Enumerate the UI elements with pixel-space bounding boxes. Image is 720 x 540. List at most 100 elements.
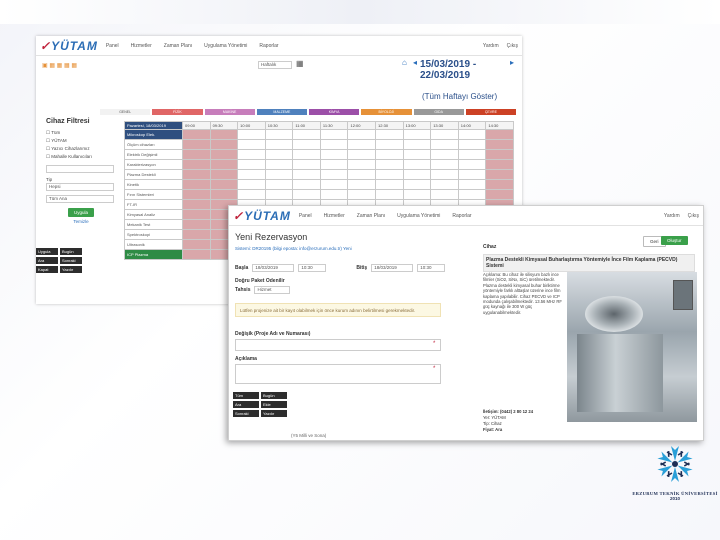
notes-textarea[interactable] — [235, 364, 441, 384]
time-slot-cell[interactable] — [182, 229, 211, 240]
start-time-input[interactable]: 10:30 — [298, 264, 327, 272]
device-name-cell[interactable]: ICP Plazma — [124, 249, 183, 260]
calendar-icon[interactable]: ▦ — [296, 59, 304, 68]
time-slot-cell[interactable] — [457, 129, 487, 140]
time-slot-cell[interactable] — [485, 179, 514, 190]
time-slot-cell[interactable] — [319, 129, 349, 140]
time-slot-cell[interactable] — [264, 179, 294, 190]
time-slot-cell[interactable] — [237, 149, 266, 160]
time-slot-cell[interactable] — [485, 189, 514, 200]
project-input[interactable] — [235, 339, 441, 351]
time-slot-cell[interactable] — [457, 149, 487, 160]
end-time-input[interactable]: 10:30 — [417, 264, 446, 272]
time-slot-cell[interactable] — [264, 169, 294, 180]
time-slot-cell[interactable] — [485, 139, 514, 150]
time-slot-cell[interactable] — [182, 249, 211, 260]
nav-item[interactable]: Raporlar — [259, 43, 278, 49]
action-button[interactable]: Bugün — [261, 392, 287, 399]
save-button[interactable]: Oluştur — [661, 236, 688, 245]
time-slot-cell[interactable] — [209, 189, 239, 200]
category-tab[interactable]: FİZİK — [152, 109, 203, 115]
time-slot-cell[interactable] — [182, 149, 211, 160]
action-button[interactable]: Sonraki — [60, 257, 82, 264]
time-slot-cell[interactable] — [264, 139, 294, 150]
view-select[interactable]: Haftalık — [258, 61, 292, 69]
time-slot-cell[interactable] — [319, 149, 349, 160]
time-slot-cell[interactable] — [402, 129, 432, 140]
time-slot-cell[interactable] — [375, 179, 404, 190]
time-slot-cell[interactable] — [319, 189, 349, 200]
time-slot-cell[interactable] — [457, 189, 487, 200]
time-slot-cell[interactable] — [485, 159, 514, 170]
help-link[interactable]: Yardım — [664, 213, 680, 219]
action-button[interactable]: Yazdır — [261, 410, 287, 417]
nav-item[interactable]: Hizmetler — [324, 213, 345, 219]
time-slot-cell[interactable] — [237, 129, 266, 140]
time-slot-cell[interactable] — [237, 189, 266, 200]
time-slot-cell[interactable] — [292, 129, 321, 140]
prev-arrow-icon[interactable]: ◂ — [413, 58, 417, 67]
time-slot-cell[interactable] — [264, 159, 294, 170]
time-slot-cell[interactable] — [237, 169, 266, 180]
time-slot-cell[interactable] — [237, 179, 266, 190]
device-name-cell[interactable]: Fırın Sistemleri — [124, 189, 183, 200]
action-button[interactable]: Ekle — [261, 401, 287, 408]
show-all-link[interactable]: (Tüm Haftayı Göster) — [422, 92, 497, 101]
time-slot-cell[interactable] — [319, 139, 349, 150]
time-slot-cell[interactable] — [430, 169, 459, 180]
time-slot-cell[interactable] — [292, 179, 321, 190]
time-slot-cell[interactable] — [347, 149, 377, 160]
device-name-cell[interactable]: Plazma Destekli — [124, 169, 183, 180]
time-slot-cell[interactable] — [430, 159, 459, 170]
time-slot-cell[interactable] — [375, 159, 404, 170]
category-tab[interactable]: BİYOLOJİ — [361, 109, 412, 115]
filter-apply-button[interactable]: Uygula — [67, 208, 94, 217]
time-slot-cell[interactable] — [319, 169, 349, 180]
help-link[interactable]: Yardım — [483, 43, 499, 49]
action-button[interactable]: Ara — [36, 257, 58, 264]
time-slot-cell[interactable] — [430, 189, 459, 200]
nav-item[interactable]: Uygulama Yönetimi — [204, 43, 247, 49]
nav-item[interactable]: Uygulama Yönetimi — [397, 213, 440, 219]
time-slot-cell[interactable] — [182, 209, 211, 220]
time-slot-cell[interactable] — [182, 189, 211, 200]
home-icon[interactable]: ⌂ — [402, 58, 407, 67]
nav-item[interactable]: Panel — [299, 213, 312, 219]
device-name-cell[interactable]: Ultrasonik — [124, 239, 183, 250]
category-tab[interactable]: GENEL — [100, 109, 151, 115]
app-logo[interactable]: ✓YÜTAM — [233, 209, 291, 223]
time-slot-cell[interactable] — [182, 199, 211, 210]
time-slot-cell[interactable] — [347, 169, 377, 180]
time-slot-cell[interactable] — [182, 129, 211, 140]
time-slot-cell[interactable] — [292, 189, 321, 200]
device-name-cell[interactable]: Karakterizasyon — [124, 159, 183, 170]
time-slot-cell[interactable] — [375, 149, 404, 160]
payment-select[interactable]: Hizmet — [254, 286, 291, 294]
action-button[interactable]: Tüm — [233, 392, 259, 399]
device-name-cell[interactable]: FT-IR — [124, 199, 183, 210]
time-slot-cell[interactable] — [182, 169, 211, 180]
time-slot-cell[interactable] — [402, 159, 432, 170]
app-logo[interactable]: ✓YÜTAM — [40, 39, 98, 53]
action-button[interactable]: Yazdır — [60, 266, 82, 273]
time-slot-cell[interactable] — [402, 139, 432, 150]
filter-clear-link[interactable]: Temizle — [40, 219, 122, 224]
nav-item[interactable]: Panel — [106, 43, 119, 49]
time-slot-cell[interactable] — [457, 159, 487, 170]
time-slot-cell[interactable] — [182, 139, 211, 150]
time-slot-cell[interactable] — [347, 159, 377, 170]
start-date-input[interactable]: 18/03/2019 — [252, 264, 295, 272]
filter-option[interactable]: ☐ Tüm — [40, 129, 122, 137]
time-slot-cell[interactable] — [264, 129, 294, 140]
time-slot-cell[interactable] — [209, 169, 239, 180]
time-slot-cell[interactable] — [347, 139, 377, 150]
time-slot-cell[interactable] — [237, 139, 266, 150]
time-slot-cell[interactable] — [375, 129, 404, 140]
time-slot-cell[interactable] — [292, 169, 321, 180]
time-slot-cell[interactable] — [485, 129, 514, 140]
category-tab[interactable]: ÇEVRE — [465, 109, 516, 115]
device-name-cell[interactable]: Mikroskop Elek. — [124, 129, 183, 140]
time-slot-cell[interactable] — [209, 149, 239, 160]
nav-item[interactable]: Hizmetler — [131, 43, 152, 49]
time-slot-cell[interactable] — [237, 159, 266, 170]
